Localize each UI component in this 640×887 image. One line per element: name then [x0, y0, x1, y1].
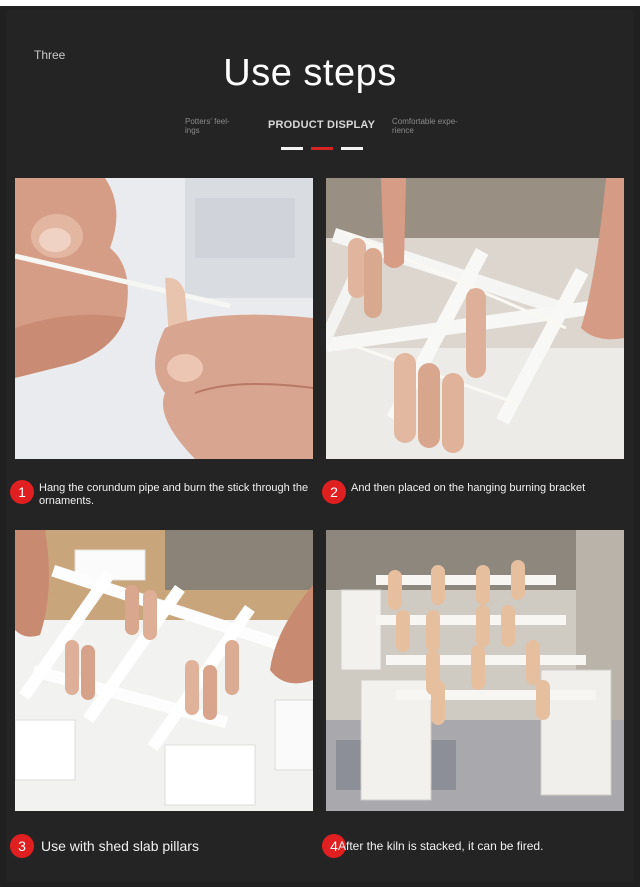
step-2-number: 2: [322, 480, 346, 504]
step-3-caption: Use with shed slab pillars: [41, 838, 199, 854]
step-1-photo: [15, 178, 313, 459]
step-3-photo: [15, 530, 313, 811]
step-1-number: 1: [10, 480, 34, 504]
nav-indicator-right: [341, 147, 363, 150]
step-1-caption: Hang the corundum pipe and burn the stic…: [39, 482, 309, 507]
step-2-photo: [326, 178, 624, 459]
top-strip: [0, 0, 640, 6]
nav-item-experience[interactable]: Comfortable expe- rience: [392, 117, 482, 135]
step-3-number: 3: [10, 834, 34, 858]
nav-indicator-left: [281, 147, 303, 150]
page-title: Use steps: [223, 52, 397, 94]
nav-item-product-display[interactable]: PRODUCT DISPLAY: [268, 119, 375, 131]
step-4-photo: [326, 530, 624, 811]
nav-item-feelings[interactable]: Potters' feel- ings: [185, 117, 255, 135]
nav-indicator-active: [311, 147, 333, 150]
step-4-caption: After the kiln is stacked, it can be fir…: [338, 839, 544, 853]
step-2-caption: And then placed on the hanging burning b…: [351, 482, 586, 494]
